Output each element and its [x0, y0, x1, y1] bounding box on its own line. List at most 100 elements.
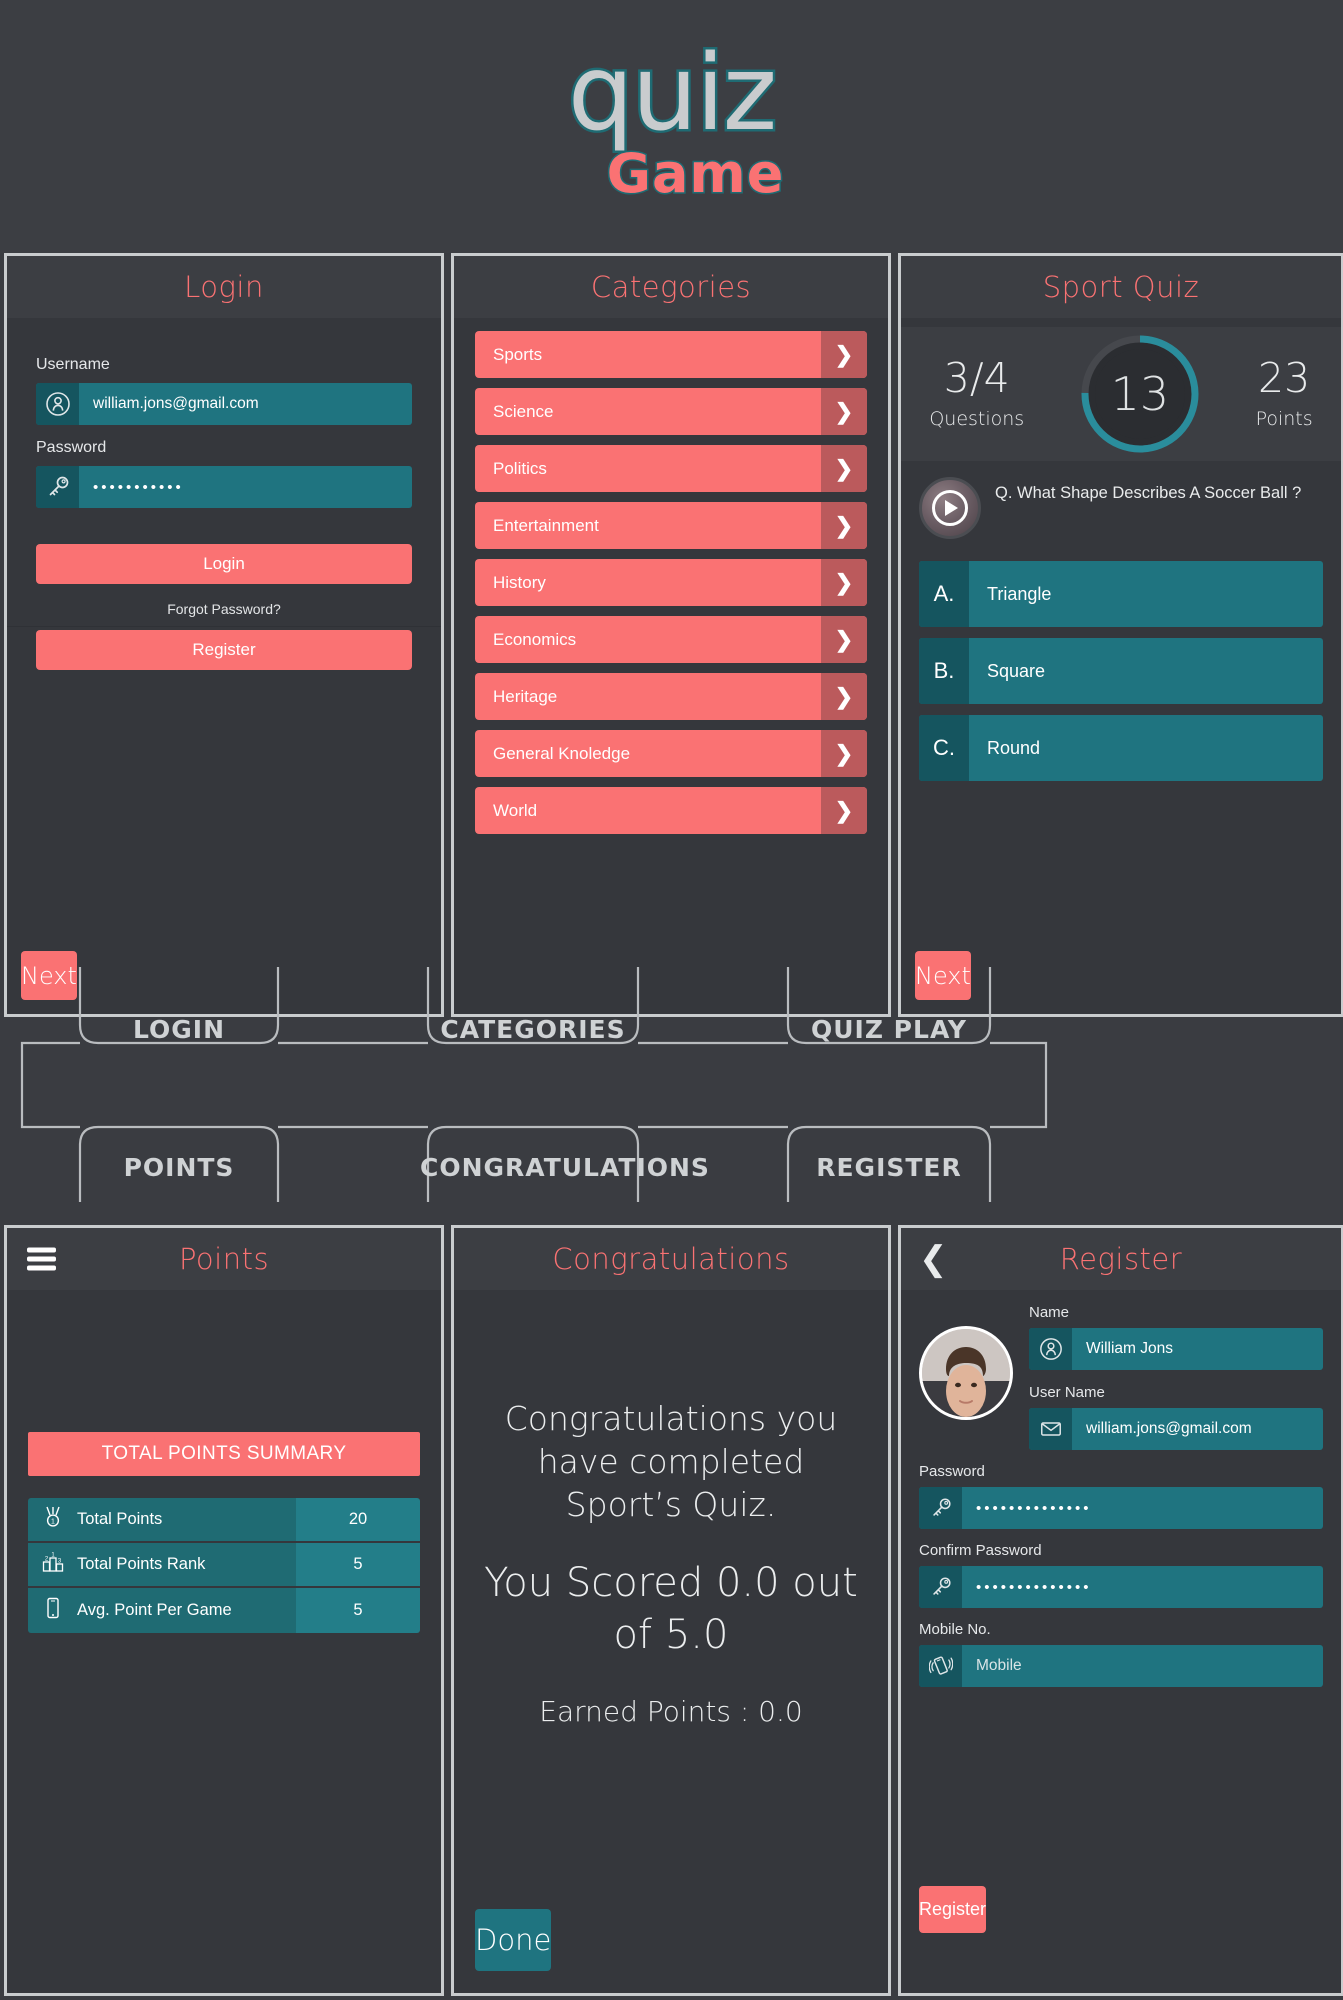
timer-value: 13 — [1110, 367, 1170, 421]
categories-body: Sports ❯ Science ❯ Politics ❯ Entertainment… — [454, 318, 888, 1014]
category-label: History — [493, 572, 546, 592]
mail-icon — [1029, 1408, 1072, 1450]
quiz-body: 3/4 Questions 13 23 Points Q. What Shape… — [901, 318, 1341, 1014]
answer-text: Round — [987, 737, 1041, 758]
register-header: ❮ Register — [901, 1228, 1341, 1290]
logo-word-quiz: quiz — [565, 31, 779, 155]
name-label: Name — [1029, 1304, 1070, 1321]
congrats-message: Congratulations you have completed Sport… — [504, 1399, 838, 1524]
quiz-timer: 13 — [1081, 335, 1199, 453]
answer-option[interactable]: C. Round — [919, 715, 1323, 781]
app-mockup-page: quiz Game Login Username william.jons@gm… — [0, 0, 1343, 2000]
points-row-label: Avg. Point Per Game — [77, 1601, 232, 1619]
flow-box-quiz-play: QUIZ PLAY — [811, 1015, 967, 1044]
category-label: Sports — [493, 344, 543, 364]
flow-box-congratulations: CONGRATULATIONS — [420, 1153, 710, 1182]
chevron-right-icon[interactable]: ❯ — [821, 673, 867, 720]
points-title: Points — [178, 1242, 270, 1276]
answer-option[interactable]: A. Triangle — [919, 561, 1323, 627]
logo: quiz Game — [522, 31, 822, 219]
mobile-placeholder: Mobile — [976, 1657, 1022, 1674]
quiz-title: Sport Quiz — [1042, 270, 1200, 304]
register-username-input[interactable]: william.jons@gmail.com — [1029, 1408, 1323, 1450]
chevron-right-icon[interactable]: ❯ — [821, 787, 867, 834]
mobile-input[interactable]: Mobile — [919, 1645, 1323, 1687]
register-username-label: User Name — [1029, 1384, 1105, 1401]
table-row: Avg. Point Per Game 5 — [28, 1588, 420, 1633]
congratulations-body: Congratulations you have completed Sport… — [454, 1290, 888, 1993]
category-item[interactable]: History ❯ — [475, 559, 867, 606]
avatar[interactable] — [919, 1326, 1013, 1420]
login-button[interactable]: Login — [36, 544, 412, 584]
quiz-question-row: Q. What Shape Describes A Soccer Ball ? — [901, 461, 1341, 539]
confirm-password-input[interactable]: •••••••••••••• — [919, 1566, 1323, 1608]
answer-key: C. — [919, 715, 969, 781]
confirm-password-value: •••••••••••••• — [976, 1578, 1092, 1596]
points-header: Points — [7, 1228, 441, 1290]
questions-value: 3/4 — [943, 354, 1010, 402]
chevron-right-icon[interactable]: ❯ — [821, 502, 867, 549]
category-item[interactable]: Science ❯ — [475, 388, 867, 435]
category-item[interactable]: World ❯ — [475, 787, 867, 834]
mobile-icon — [42, 1597, 64, 1624]
register-password-input[interactable]: •••••••••••••• — [919, 1487, 1323, 1529]
chevron-right-icon[interactable]: ❯ — [821, 616, 867, 663]
quiz-points-stat: 23 Points — [1255, 358, 1313, 431]
screen-login: Login Username william.jons@gmail.com Pa… — [4, 253, 444, 1017]
category-label: General Knoledge — [493, 743, 631, 763]
username-label: Username — [36, 356, 110, 373]
screen-register: ❮ Register Name William Jons User Name w… — [898, 1225, 1343, 1996]
category-label: Entertainment — [493, 515, 599, 535]
category-item[interactable]: Entertainment ❯ — [475, 502, 867, 549]
category-item[interactable]: Politics ❯ — [475, 445, 867, 492]
play-icon[interactable] — [919, 477, 981, 539]
username-input[interactable]: william.jons@gmail.com — [36, 383, 412, 425]
questions-label: Questions — [929, 408, 1025, 430]
phone-vibrate-icon — [919, 1645, 962, 1687]
password-input[interactable]: ••••••••••• — [36, 466, 412, 508]
table-row: 123 Total Points Rank 5 — [28, 1543, 420, 1588]
category-item[interactable]: Heritage ❯ — [475, 673, 867, 720]
name-value: William Jons — [1086, 1340, 1173, 1357]
chevron-right-icon[interactable]: ❯ — [821, 445, 867, 492]
category-item[interactable]: Sports ❯ — [475, 331, 867, 378]
mobile-label: Mobile No. — [919, 1621, 991, 1638]
chevron-left-icon[interactable]: ❮ — [919, 1242, 948, 1276]
answer-key: A. — [919, 561, 969, 627]
screens-row-bottom: Points TOTAL POINTS SUMMARY 1 Total Poin… — [4, 1225, 1343, 1996]
question-text: Q. What Shape Describes A Soccer Ball ? — [995, 484, 1302, 502]
hamburger-menu-icon[interactable] — [27, 1244, 56, 1275]
forgot-password-link[interactable]: Forgot Password? — [36, 601, 412, 617]
chevron-right-icon[interactable]: ❯ — [821, 331, 867, 378]
confirm-password-label: Confirm Password — [919, 1542, 1042, 1559]
points-row-label: Total Points Rank — [77, 1555, 206, 1573]
key-icon — [36, 466, 79, 508]
name-input[interactable]: William Jons — [1029, 1328, 1323, 1370]
chevron-right-icon[interactable]: ❯ — [821, 559, 867, 606]
points-row-label-cell: Avg. Point Per Game — [28, 1588, 296, 1633]
points-label: Points — [1255, 408, 1313, 430]
password-value: ••••••••••• — [93, 478, 184, 496]
points-row-label-cell: 123 Total Points Rank — [28, 1543, 296, 1586]
chevron-right-icon[interactable]: ❯ — [821, 388, 867, 435]
register-button[interactable]: Register — [36, 630, 412, 670]
category-label: Economics — [493, 629, 577, 649]
category-item[interactable]: Economics ❯ — [475, 616, 867, 663]
login-header: Login — [7, 256, 441, 318]
podium-icon: 123 — [42, 1551, 64, 1578]
chevron-right-icon[interactable]: ❯ — [821, 730, 867, 777]
done-button[interactable]: Done — [475, 1909, 552, 1971]
flow-box-login: LOGIN — [132, 1015, 226, 1044]
flow-diagram: LOGIN CATEGORIES QUIZ PLAY POINTS CONGRA… — [0, 967, 1343, 1202]
points-row-value: 5 — [296, 1588, 420, 1633]
app-logo-header: quiz Game — [0, 0, 1343, 253]
login-body: Username william.jons@gmail.com Password… — [7, 318, 441, 1014]
answer-option[interactable]: B. Square — [919, 638, 1323, 704]
screen-points: Points TOTAL POINTS SUMMARY 1 Total Poin… — [4, 1225, 444, 1996]
register-password-value: •••••••••••••• — [976, 1499, 1092, 1517]
screen-quiz: Sport Quiz 3/4 Questions 13 23 Points Q.… — [898, 253, 1343, 1017]
medal-icon: 1 — [42, 1506, 64, 1533]
category-item[interactable]: General Knoledge ❯ — [475, 730, 867, 777]
register-submit-button[interactable]: Register — [919, 1886, 987, 1933]
quiz-header: Sport Quiz — [901, 256, 1341, 318]
